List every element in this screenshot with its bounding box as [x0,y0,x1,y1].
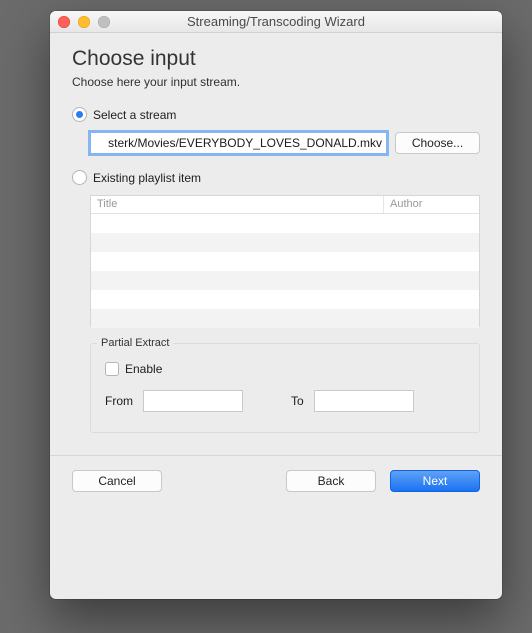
to-label: To [291,394,304,408]
radio-label: Existing playlist item [93,171,201,185]
table-row [91,252,479,271]
next-button[interactable]: Next [390,470,480,492]
stream-path-input[interactable] [90,132,387,154]
column-author[interactable]: Author [384,196,479,213]
table-row [91,309,479,328]
window-title: Streaming/Transcoding Wizard [187,14,365,29]
page-subheading: Choose here your input stream. [72,75,480,89]
zoom-icon [98,16,110,28]
checkbox-icon [105,362,119,376]
radio-select-stream[interactable]: Select a stream [72,107,480,122]
wizard-window: Streaming/Transcoding Wizard Choose inpu… [50,11,502,599]
checkbox-label: Enable [125,362,162,376]
back-button[interactable]: Back [286,470,376,492]
table-row [91,233,479,252]
cancel-button[interactable]: Cancel [72,470,162,492]
partial-extract-legend: Partial Extract [97,337,173,349]
playlist-rows [91,214,479,328]
table-row [91,214,479,233]
minimize-icon[interactable] [78,16,90,28]
choose-button[interactable]: Choose... [395,132,480,154]
close-icon[interactable] [58,16,70,28]
column-title[interactable]: Title [91,196,384,213]
table-row [91,271,479,290]
page-heading: Choose input [72,47,480,71]
partial-extract-group: Partial Extract Enable From To [90,343,480,433]
from-input[interactable] [143,390,243,412]
from-label: From [105,394,133,408]
radio-icon [72,170,87,185]
radio-icon [72,107,87,122]
titlebar: Streaming/Transcoding Wizard [50,11,502,33]
radio-label: Select a stream [93,108,176,122]
table-row [91,290,479,309]
playlist-table[interactable]: Title Author [90,195,480,327]
enable-checkbox[interactable]: Enable [105,362,465,376]
to-input[interactable] [314,390,414,412]
radio-existing-playlist[interactable]: Existing playlist item [72,170,480,185]
footer-buttons: Cancel Back Next [72,456,480,492]
